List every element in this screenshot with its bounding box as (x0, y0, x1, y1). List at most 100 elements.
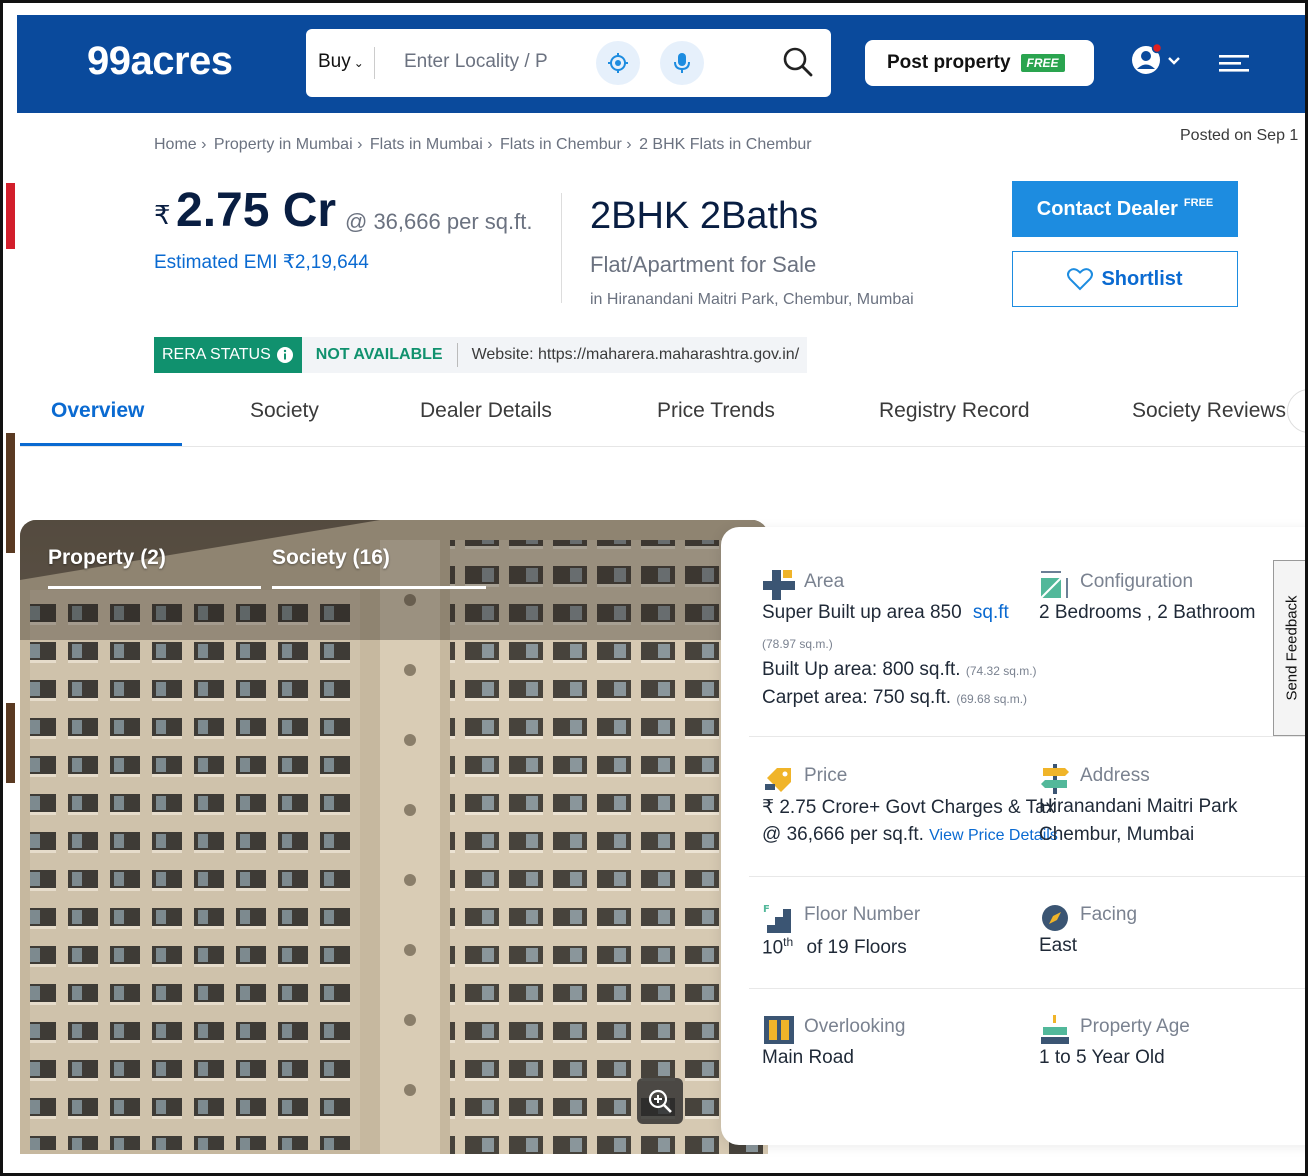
details-divider (749, 988, 1305, 989)
breadcrumb-item[interactable]: Property in Mumbai › (214, 136, 363, 153)
contact-dealer-label: Contact Dealer (1036, 197, 1178, 220)
tab-society[interactable]: Society (250, 399, 319, 423)
carpet-area-sqm: (69.68 sq.m.) (956, 692, 1028, 706)
area-label: Area (804, 571, 845, 592)
floor-icon: F (763, 904, 791, 933)
breadcrumb-item[interactable]: Flats in Chembur › (500, 136, 632, 153)
overlooking-label: Overlooking (804, 1016, 906, 1037)
breadcrumb-item[interactable]: Home › (154, 136, 206, 153)
currency-symbol: ₹ (154, 201, 171, 231)
property-age-label: Property Age (1080, 1016, 1190, 1037)
rera-website: Website: https://maharera.maharashtra.go… (471, 346, 800, 363)
posted-date: Posted on Sep 1 (1180, 127, 1299, 144)
tab-dealer-details[interactable]: Dealer Details (420, 399, 552, 423)
floor-number: 10 (762, 937, 784, 959)
search-divider (374, 47, 375, 79)
user-account-icon (1132, 42, 1180, 74)
gallery-tab-underline (48, 586, 261, 589)
gallery-tab-society[interactable]: Society (16) (272, 546, 390, 570)
send-feedback-label: Send Feedback (1283, 595, 1300, 701)
super-area-text: Super Built up area 850 (762, 602, 962, 623)
svg-text:F: F (763, 904, 770, 915)
configuration-label: Configuration (1080, 571, 1194, 592)
listing-price: 2.75 Cr (176, 184, 337, 237)
floor-suffix: th (783, 935, 794, 949)
left-edge-strip (6, 433, 15, 553)
breadcrumb: Home › Property in Mumbai › Flats in Mum… (154, 136, 815, 154)
left-edge-strip (6, 703, 15, 783)
search-button[interactable] (781, 45, 815, 79)
free-badge: FREE (1183, 197, 1214, 209)
configuration-value: 2 Bedrooms , 2 Bathroom (1039, 602, 1256, 623)
tabs-scroll-button[interactable] (1287, 389, 1305, 433)
compass-icon (1042, 905, 1068, 931)
address-label: Address (1080, 765, 1150, 786)
tab-overview[interactable]: Overview (51, 399, 144, 423)
search-bar: Buy ⌄ Enter Locality / P (306, 29, 831, 97)
property-photo-gallery[interactable]: Property (2) Society (16) (20, 520, 768, 1154)
breadcrumb-item[interactable]: Flats in Mumbai › (370, 136, 493, 153)
carpet-area-value: Carpet area: 750 sq.ft. (69.68 sq.m.) (762, 687, 1027, 709)
builtup-area-value: Built Up area: 800 sq.ft. (74.32 sq.m.) (762, 659, 1037, 681)
gallery-tab-property[interactable]: Property (2) (48, 546, 166, 570)
microphone-icon (674, 53, 690, 73)
property-location: in Hiranandani Maitri Park, Chembur, Mum… (590, 291, 914, 308)
floor-number-value: 10th of 19 Floors (762, 935, 907, 959)
listing-title: 2BHK 2Baths (590, 195, 819, 237)
buy-dropdown[interactable]: Buy ⌄ (318, 51, 364, 73)
search-input[interactable]: Enter Locality / P (404, 51, 548, 73)
details-divider (749, 876, 1305, 877)
shortlist-button[interactable]: Shortlist (1012, 251, 1238, 307)
gallery-tab-underline (272, 586, 486, 589)
free-badge: FREE (1020, 54, 1065, 72)
chevron-down-icon: ⌄ (353, 56, 364, 70)
rera-status-badge: RERA STATUS (154, 337, 302, 373)
rera-status-label: RERA STATUS (162, 346, 271, 363)
area-icon (763, 570, 795, 600)
contact-dealer-button[interactable]: Contact Dealer FREE (1012, 181, 1238, 237)
address-line1: Hiranandani Maitri Park (1039, 796, 1238, 817)
price-label: Price (804, 765, 848, 786)
header-divider (561, 193, 562, 303)
search-icon (783, 47, 813, 77)
address-line2: Chembur, Mumbai (1039, 824, 1195, 845)
property-details-card: Area Super Built up area 850 sq.ft (78.9… (721, 527, 1305, 1145)
area-unit-toggle[interactable]: sq.ft (973, 602, 1009, 623)
post-property-label: Post property (887, 52, 1011, 73)
facing-value: East (1039, 935, 1078, 956)
building-photo (20, 520, 768, 1154)
info-icon[interactable] (276, 346, 294, 364)
window-icon (764, 1016, 794, 1044)
super-area-sqm: (78.97 sq.m.) (762, 637, 833, 651)
site-logo[interactable]: 99acres (87, 39, 233, 84)
estimated-emi-link[interactable]: Estimated EMI ₹2,19,644 (154, 251, 369, 274)
tab-society-reviews[interactable]: Society Reviews (1132, 399, 1286, 423)
location-target-icon (608, 53, 628, 73)
tab-price-trends[interactable]: Price Trends (657, 399, 775, 423)
hamburger-menu-button[interactable] (1219, 53, 1249, 77)
property-age-value: 1 to 5 Year Old (1039, 1047, 1165, 1068)
active-tab-indicator (20, 443, 182, 446)
heart-icon (1067, 268, 1094, 291)
send-feedback-button[interactable]: Send Feedback (1273, 560, 1305, 736)
floor-total: of 19 Floors (806, 937, 907, 959)
price-per-sqft-detail: @ 36,666 per sq.ft. View Price Details (762, 824, 1058, 846)
zoom-button[interactable] (637, 1078, 683, 1124)
post-property-button[interactable]: Post property FREE (865, 40, 1094, 86)
locate-me-button[interactable] (596, 41, 640, 85)
property-type: Flat/Apartment for Sale (590, 252, 817, 277)
zoom-in-icon (648, 1089, 672, 1113)
overlooking-value: Main Road (762, 1047, 854, 1068)
user-menu-button[interactable] (1129, 42, 1191, 83)
rera-bar: RERA STATUS NOT AVAILABLE Website: https… (154, 337, 808, 373)
breadcrumb-item[interactable]: 2 BHK Flats in Chembur (639, 136, 812, 153)
hamburger-icon (1219, 55, 1249, 72)
details-divider (749, 736, 1305, 737)
voice-search-button[interactable] (660, 41, 704, 85)
super-area-value: Super Built up area 850 sq.ft (762, 602, 1009, 624)
section-tabs: Overview Society Dealer Details Price Tr… (20, 383, 1305, 447)
floor-number-label: Floor Number (804, 904, 921, 925)
page: 99acres Buy ⌄ Enter Locality / P Post pro… (0, 0, 1308, 1176)
tab-registry-record[interactable]: Registry Record (879, 399, 1030, 423)
price-tag-icon (765, 768, 791, 792)
